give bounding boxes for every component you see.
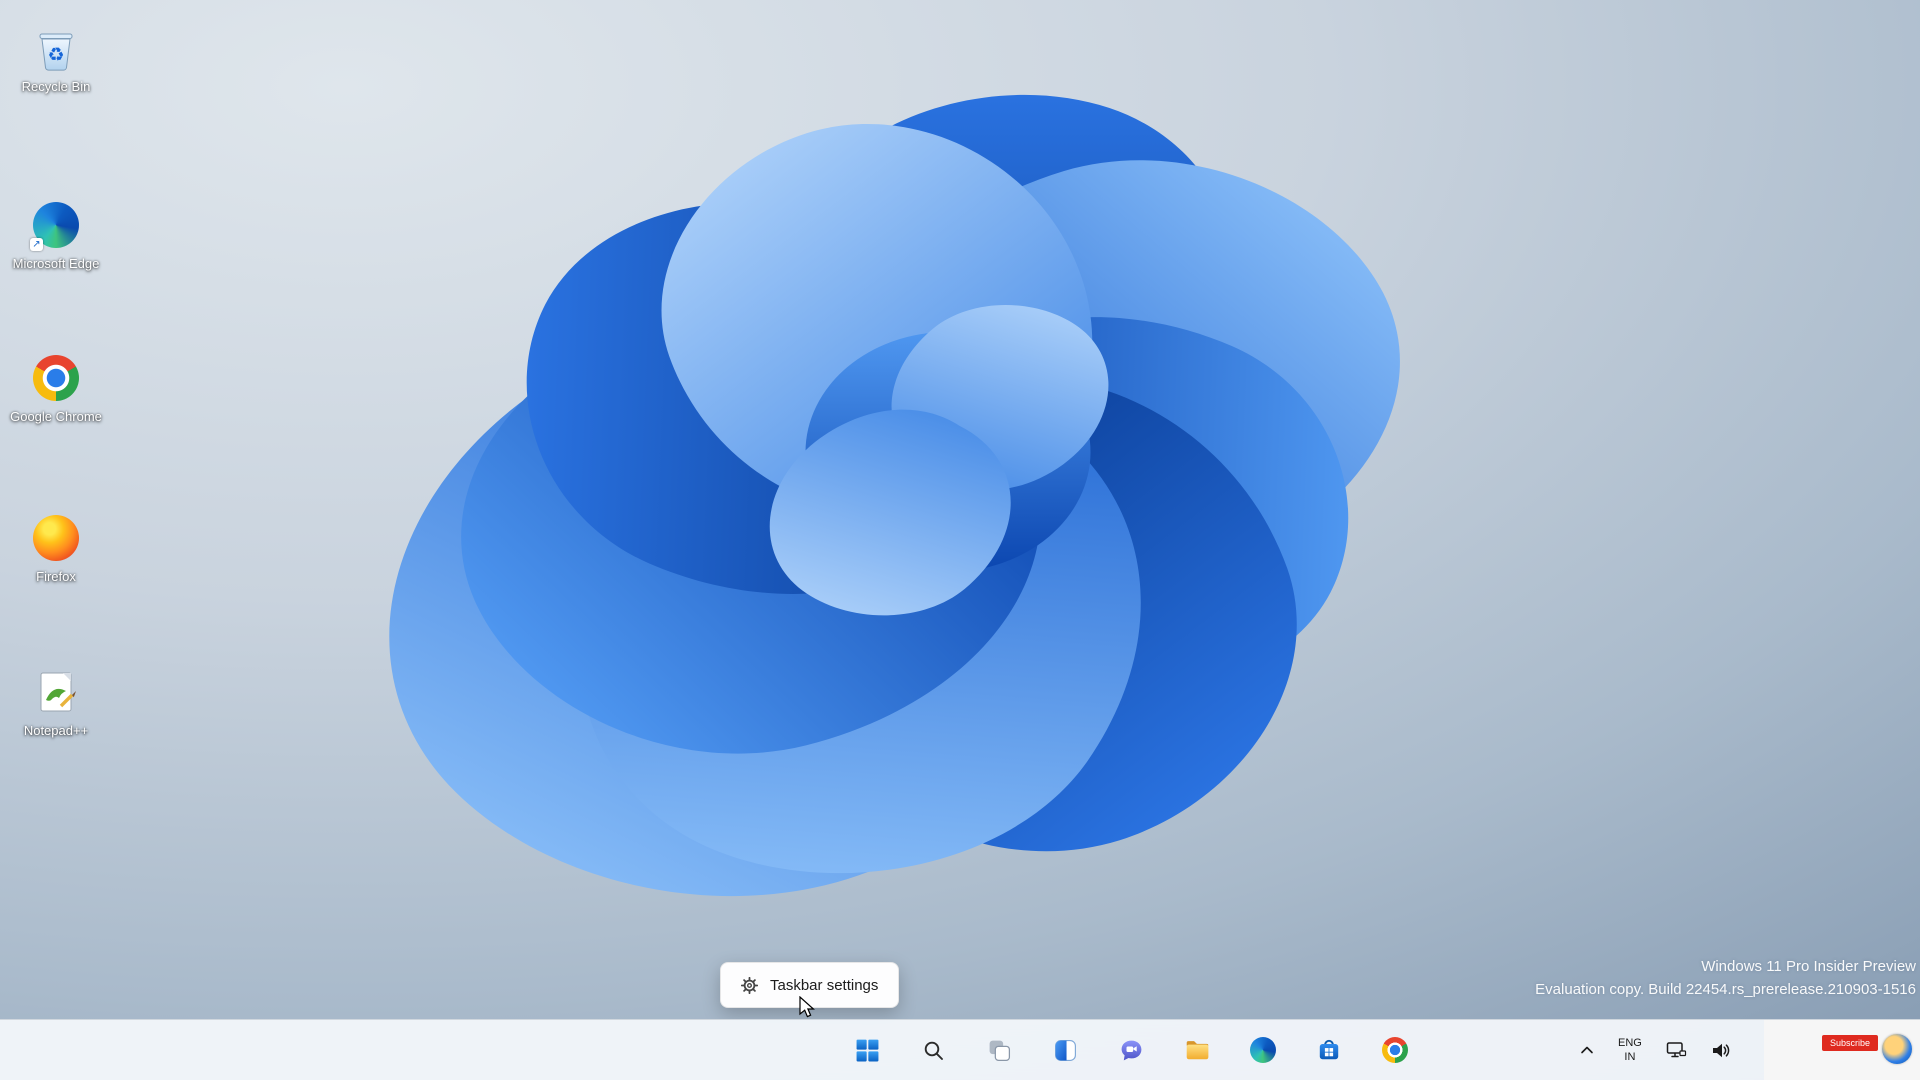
edge-taskbar-button[interactable] xyxy=(1241,1028,1285,1072)
mouse-cursor xyxy=(799,996,815,1018)
search-icon xyxy=(924,1041,943,1060)
taskbar-app-buttons xyxy=(845,1020,1417,1080)
language-indicator[interactable]: ENG IN xyxy=(1614,1032,1646,1069)
chat-button[interactable] xyxy=(1109,1028,1153,1072)
network-icon xyxy=(1666,1042,1686,1058)
system-tray: ENG IN xyxy=(1576,1020,1734,1080)
widgets-button[interactable] xyxy=(1043,1028,1087,1072)
language-line1: ENG xyxy=(1618,1036,1642,1049)
search-button[interactable] xyxy=(911,1028,955,1072)
file-explorer-button[interactable] xyxy=(1175,1028,1219,1072)
bloom-wallpaper-art xyxy=(389,94,1400,897)
gear-icon xyxy=(741,976,758,994)
windows-logo-icon xyxy=(856,1039,878,1061)
desktop-icon-label: Google Chrome xyxy=(10,409,102,424)
video-watermark-overlay: Subscribe xyxy=(1764,1020,1920,1080)
tray-chevron-button[interactable] xyxy=(1576,1041,1598,1059)
chrome-taskbar-button[interactable] xyxy=(1373,1028,1417,1072)
widgets-icon xyxy=(1054,1039,1076,1061)
firefox-icon xyxy=(33,515,79,561)
task-view-icon xyxy=(989,1040,1010,1061)
shortcut-arrow-icon: ↗ xyxy=(30,238,43,251)
volume-tray-button[interactable] xyxy=(1707,1038,1734,1063)
chrome-icon xyxy=(1382,1037,1408,1063)
desktop-icon-google-chrome[interactable]: Google Chrome xyxy=(8,352,104,425)
microsoft-store-button[interactable] xyxy=(1307,1028,1351,1072)
desktop-icon-recycle-bin[interactable]: ♻ Recycle Bin xyxy=(8,22,104,95)
desktop-icon-label: Recycle Bin xyxy=(21,79,91,94)
speaker-icon xyxy=(1712,1043,1730,1057)
file-explorer-icon xyxy=(1186,1041,1209,1060)
notepad-plus-plus-icon xyxy=(40,672,76,712)
microsoft-store-icon xyxy=(1319,1039,1339,1060)
chevron-up-icon xyxy=(1581,1046,1593,1054)
watermark-line2: Evaluation copy. Build 22454.rs_prerelea… xyxy=(1535,980,1916,998)
chat-icon xyxy=(1121,1040,1141,1060)
desktop-icon-notepad-plus-plus[interactable]: Notepad++ xyxy=(8,666,104,739)
subscribe-button[interactable]: Subscribe xyxy=(1822,1035,1878,1051)
edge-icon xyxy=(1250,1037,1276,1063)
menu-item-label: Taskbar settings xyxy=(770,976,879,994)
desktop-icon-label: Notepad++ xyxy=(23,723,89,738)
network-tray-button[interactable] xyxy=(1662,1037,1691,1063)
desktop-icon-label: Microsoft Edge xyxy=(12,256,100,271)
watermark-line1: Windows 11 Pro Insider Preview xyxy=(1701,958,1916,975)
desktop-icon-microsoft-edge[interactable]: ↗ Microsoft Edge xyxy=(8,199,104,272)
taskbar: ENG IN Subscribe xyxy=(0,1019,1920,1080)
language-line2: IN xyxy=(1624,1051,1636,1063)
channel-avatar xyxy=(1882,1034,1912,1064)
start-button[interactable] xyxy=(845,1028,889,1072)
svg-text:♻: ♻ xyxy=(47,45,64,66)
insider-watermark: Windows 11 Pro Insider Preview Evaluatio… xyxy=(1535,956,1916,1001)
desktop-icon-firefox[interactable]: Firefox xyxy=(8,512,104,585)
chrome-icon xyxy=(33,355,79,401)
desktop-icon-label: Firefox xyxy=(36,569,76,584)
task-view-button[interactable] xyxy=(977,1028,1021,1072)
desktop-wallpaper xyxy=(0,0,1920,1080)
recycle-bin-icon: ♻ xyxy=(39,33,73,71)
